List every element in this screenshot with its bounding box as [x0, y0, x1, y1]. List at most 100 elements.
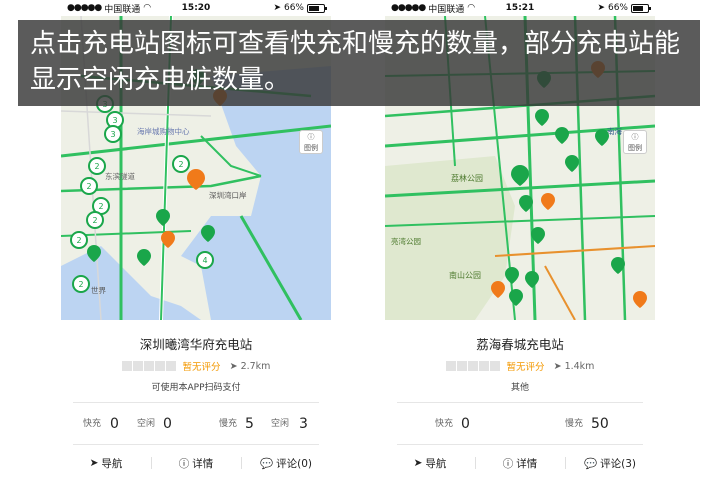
comment-icon: 💬	[260, 457, 274, 470]
legend-icon: ⓘ	[631, 133, 639, 141]
cluster-marker[interactable]: 2	[88, 157, 106, 175]
reviews-button[interactable]: 💬 评论(0)	[241, 452, 331, 474]
svg-text:2: 2	[94, 162, 99, 171]
cluster-marker[interactable]: 2	[72, 275, 90, 293]
star-icon	[456, 361, 467, 371]
slow-free-count: 3	[299, 416, 308, 432]
star-icon	[445, 361, 456, 371]
info-icon: ⓘ	[502, 457, 514, 470]
cluster-marker[interactable]: 2	[70, 231, 88, 249]
map-label-port: 深圳湾口岸	[209, 190, 247, 200]
cluster-marker[interactable]: 4	[196, 251, 214, 269]
battery-icon	[631, 3, 651, 13]
star-icon	[165, 361, 176, 371]
map-legend-button[interactable]: ⓘ 图例	[299, 130, 323, 154]
fast-label: 快充	[435, 419, 454, 429]
svg-text:3: 3	[110, 130, 115, 139]
location-icon: ➤	[273, 3, 281, 13]
star-icon	[154, 361, 165, 371]
fast-label: 快充	[83, 419, 102, 429]
distance-text: ➤ 2.7km	[229, 360, 271, 372]
legend-label: 图例	[628, 144, 642, 152]
battery-percent: 66%	[283, 3, 304, 13]
svg-text:2: 2	[78, 280, 83, 289]
battery-percent: 66%	[607, 3, 628, 13]
rating-stars	[121, 361, 176, 371]
star-icon	[489, 361, 500, 371]
divider	[397, 402, 643, 403]
carrier-label: 中国联通	[104, 4, 141, 15]
slow-label: 慢充	[565, 419, 584, 429]
map-label-park3: 南山公园	[449, 270, 481, 280]
carrier-label: 中国联通	[428, 4, 465, 15]
cluster-marker[interactable]: 2	[80, 177, 98, 195]
divider	[397, 444, 643, 445]
svg-text:2: 2	[86, 182, 91, 191]
fast-free-count: 0	[163, 416, 172, 432]
svg-text:2: 2	[178, 160, 183, 169]
rating-text: 暂无评分	[506, 362, 545, 373]
legend-icon: ⓘ	[307, 133, 315, 141]
divider	[73, 402, 319, 403]
divider	[73, 444, 319, 445]
map-label-tunnel: 东滨隧道	[105, 171, 135, 181]
slow-free-label: 空闲	[271, 419, 290, 429]
wifi-icon: ◠	[143, 3, 152, 13]
rating-row: 暂无评分 ➤ 2.7km	[61, 359, 331, 373]
station-info-card: 荔海春城充电站 暂无评分 ➤ 1.4km 其他 快充 0 慢充 50 ➤ 导航 ⓘ…	[385, 320, 655, 480]
action-bar: ➤ 导航 ⓘ 详情 💬 评论(3)	[385, 452, 655, 474]
rating-stars	[445, 361, 500, 371]
charger-counts: 快充 0 慢充 50	[385, 412, 655, 436]
signal-icon: ●●●●●	[391, 3, 426, 13]
wifi-icon: ◠	[467, 3, 476, 13]
svg-text:2: 2	[92, 216, 97, 225]
navigate-button[interactable]: ➤ 导航	[61, 452, 151, 474]
caption-overlay: 点击充电站图标可查看快充和慢充的数量，部分充电站能显示空闲充电桩数量。	[18, 20, 700, 106]
cluster-marker[interactable]: 2	[172, 155, 190, 173]
navigate-button[interactable]: ➤ 导航	[385, 452, 475, 474]
rating-row: 暂无评分 ➤ 1.4km	[385, 359, 655, 373]
slow-count: 5	[245, 416, 254, 432]
details-button[interactable]: ⓘ 详情	[151, 452, 241, 474]
distance-icon: ➤	[229, 360, 238, 372]
slow-label: 慢充	[219, 419, 238, 429]
map-label-park1: 荔林公园	[451, 173, 483, 183]
slow-count: 50	[591, 416, 609, 432]
cluster-marker[interactable]: 2	[86, 211, 104, 229]
map-label-mall: 海岸城购物中心	[137, 126, 190, 136]
details-button[interactable]: ⓘ 详情	[475, 452, 565, 474]
cluster-marker[interactable]: 3	[104, 125, 122, 143]
reviews-button[interactable]: 💬 评论(3)	[565, 452, 655, 474]
fast-count: 0	[110, 416, 119, 432]
station-name: 荔海春城充电站	[476, 337, 564, 352]
action-bar: ➤ 导航 ⓘ 详情 💬 评论(0)	[61, 452, 331, 474]
distance-text: ➤ 1.4km	[553, 360, 595, 372]
info-icon: ⓘ	[178, 457, 190, 470]
svg-text:3: 3	[112, 116, 117, 125]
map-legend-button[interactable]: ⓘ 图例	[623, 130, 647, 154]
fast-count: 0	[461, 416, 470, 432]
signal-icon: ●●●●●	[67, 3, 102, 13]
comment-icon: 💬	[584, 457, 598, 470]
status-bar: ●●●●● 中国联通 ◠ 15:21 ➤ 66%	[385, 0, 655, 16]
star-icon	[478, 361, 489, 371]
status-bar: ●●●●● 中国联通 ◠ 15:20 ➤ 66%	[61, 0, 331, 16]
svg-text:2: 2	[98, 202, 103, 211]
distance-icon: ➤	[553, 360, 562, 372]
location-icon: ➤	[597, 3, 605, 13]
map-label-world: 世界	[91, 285, 106, 295]
map-label-sea: 南海	[607, 126, 622, 136]
star-icon	[121, 361, 132, 371]
star-icon	[467, 361, 478, 371]
svg-text:4: 4	[202, 256, 207, 265]
station-info-card: 深圳曦湾华府充电站 暂无评分 ➤ 2.7km 可使用本APP扫码支付 快充 0 …	[61, 320, 331, 480]
station-note: 其他	[510, 383, 529, 393]
caption-text: 点击充电站图标可查看快充和慢充的数量，部分充电站能显示空闲充电桩数量。	[30, 29, 681, 95]
star-icon	[143, 361, 154, 371]
station-note: 可使用本APP扫码支付	[151, 383, 241, 393]
legend-label: 图例	[304, 144, 318, 152]
star-icon	[132, 361, 143, 371]
map-label-park2: 亮湾公园	[391, 236, 421, 246]
svg-text:2: 2	[76, 236, 81, 245]
rating-text: 暂无评分	[182, 362, 221, 373]
